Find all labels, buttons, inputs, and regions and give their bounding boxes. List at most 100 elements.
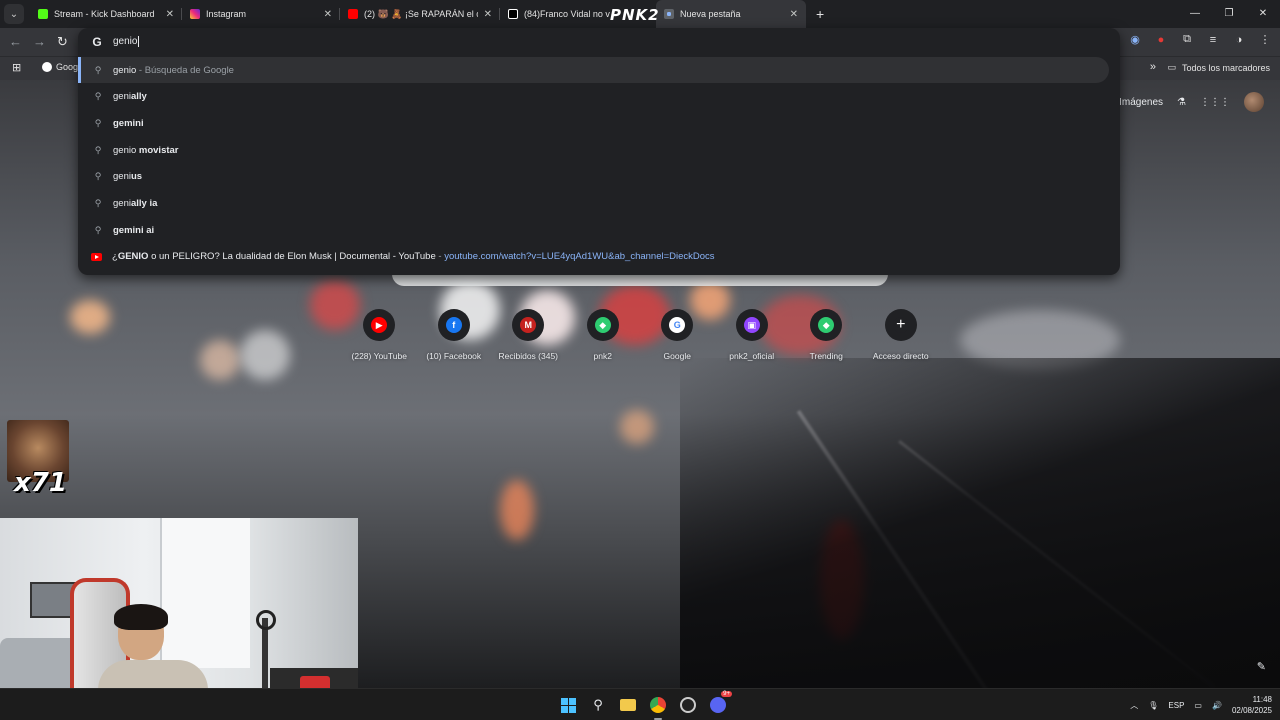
media-control-icon[interactable]: ≡ bbox=[1206, 34, 1220, 46]
shortcut-tile[interactable]: ◆ pnk2 bbox=[566, 309, 641, 361]
pen-icon[interactable]: ✎ bbox=[1257, 660, 1266, 673]
maximize-button[interactable]: ❐ bbox=[1212, 0, 1246, 28]
tab-new-tab[interactable]: Nueva pestaña ✕ bbox=[656, 0, 806, 28]
omnibox-suggestion[interactable]: ⚲ genially ia bbox=[78, 191, 1120, 217]
shortcut-label: Acceso directo bbox=[872, 351, 929, 361]
back-button[interactable]: ← bbox=[9, 34, 22, 49]
toolbar-icons: ◉ ● ⧉ ≡ ◑ ⋮ bbox=[1128, 33, 1272, 46]
account-avatar[interactable] bbox=[1244, 92, 1264, 112]
extension-red-icon[interactable]: ● bbox=[1154, 34, 1168, 46]
search-icon: ⚲ bbox=[94, 91, 102, 102]
shortcut-tile[interactable]: ◆ Trending bbox=[789, 309, 864, 361]
clock[interactable]: 11:48 02/08/2025 bbox=[1232, 694, 1272, 716]
forward-button[interactable]: → bbox=[33, 34, 46, 49]
search-icon: ⚲ bbox=[94, 64, 102, 75]
labs-icon[interactable]: ⚗ bbox=[1177, 97, 1186, 108]
file-explorer-button[interactable] bbox=[616, 693, 640, 717]
omnibox-suggestion[interactable]: ¿GENIO o un PELIGRO? La dualidad de Elon… bbox=[78, 244, 1120, 270]
suggestion-text: genius bbox=[113, 171, 143, 183]
tab-title: Instagram bbox=[206, 9, 247, 19]
taskbar-search-button[interactable]: ⚲ bbox=[586, 693, 610, 717]
instagram-icon bbox=[190, 9, 200, 19]
search-icon: ⚲ bbox=[94, 224, 102, 235]
omnibox-suggestion[interactable]: ⚲ gemini bbox=[78, 110, 1120, 136]
microphone-icon[interactable]: 🎙 bbox=[1148, 701, 1158, 710]
new-tab-button[interactable]: + bbox=[816, 6, 824, 22]
all-bookmarks-label: Todos los marcadores bbox=[1181, 62, 1270, 73]
google-icon: G bbox=[92, 35, 102, 49]
omnibox-suggestion[interactable]: ⚲ genius bbox=[78, 164, 1120, 190]
close-icon[interactable]: ✕ bbox=[324, 9, 332, 20]
tab-title: Nueva pestaña bbox=[680, 9, 741, 19]
tab-instagram[interactable]: Instagram ✕ bbox=[182, 0, 340, 28]
omnibox-suggestion[interactable]: ⚲ genially bbox=[78, 84, 1120, 110]
omnibox-suggestion[interactable]: ⚲ gemini ai bbox=[78, 217, 1120, 243]
tiktok-icon bbox=[508, 9, 518, 19]
shortcut-tile[interactable]: G Google bbox=[640, 309, 715, 361]
start-button[interactable] bbox=[556, 693, 580, 717]
shortcut-tile[interactable]: f (10) Facebook bbox=[417, 309, 492, 361]
window-controls: — ❐ ✕ bbox=[1178, 0, 1280, 28]
all-bookmarks[interactable]: ▭ Todos los marcadores bbox=[1167, 62, 1270, 73]
search-icon: ⚲ bbox=[94, 117, 102, 128]
shortcut-tile[interactable]: ▶ (228) YouTube bbox=[342, 309, 417, 361]
suggestion-text: genially bbox=[113, 91, 147, 103]
search-icon: ⚲ bbox=[94, 144, 102, 155]
profile-avatar[interactable]: ◑ bbox=[1232, 34, 1246, 46]
shortcut-label: Trending bbox=[809, 351, 843, 361]
chevron-up-icon[interactable]: ︿ bbox=[1130, 700, 1138, 711]
date: 02/08/2025 bbox=[1231, 706, 1272, 715]
shortcut-label: (228) YouTube bbox=[351, 351, 407, 361]
kick-icon: ◆ bbox=[594, 317, 611, 333]
search-icon: ⚲ bbox=[94, 198, 102, 208]
apps-grid-icon[interactable]: ⊞ bbox=[12, 61, 21, 74]
tab-kick-dashboard[interactable]: Stream - Kick Dashboard ✕ bbox=[30, 0, 182, 28]
search-icon: ⚲ bbox=[593, 697, 603, 712]
menu-icon[interactable]: ⋮ bbox=[1258, 33, 1272, 46]
shortcut-tile[interactable]: M Recibidos (345) bbox=[491, 309, 566, 361]
google-top-links: Imágenes ⚗ ⋮⋮⋮ bbox=[1119, 92, 1264, 112]
tab-youtube-video[interactable]: (2) 🐻 🧸 ¡Se RAPARÁN el cabe ✕ bbox=[340, 0, 500, 28]
emote-count: x71 bbox=[14, 468, 67, 498]
youtube-icon: ▶ bbox=[371, 317, 388, 333]
kick-icon bbox=[38, 9, 48, 19]
omnibox[interactable]: G genio bbox=[78, 28, 1120, 56]
notification-badge: 9+ bbox=[721, 691, 732, 697]
shortcut-label: Recibidos (345) bbox=[498, 351, 559, 361]
plus-icon: + bbox=[892, 316, 909, 333]
shortcut-circle: ▶ bbox=[363, 309, 396, 341]
google-apps-icon[interactable]: ⋮⋮⋮ bbox=[1200, 97, 1230, 108]
youtube-icon bbox=[348, 9, 358, 19]
reload-button[interactable]: ↻ bbox=[57, 34, 68, 50]
tab-search-button[interactable]: ⌄ bbox=[4, 4, 24, 24]
images-link[interactable]: Imágenes bbox=[1119, 97, 1163, 108]
extensions-icon[interactable]: ⧉ bbox=[1180, 33, 1194, 46]
language-indicator[interactable]: ESP bbox=[1168, 701, 1184, 710]
close-icon[interactable]: ✕ bbox=[790, 9, 798, 20]
time: 11:48 bbox=[1252, 695, 1272, 704]
minimize-button[interactable]: — bbox=[1178, 0, 1212, 28]
cast-icon[interactable]: ◉ bbox=[1128, 33, 1142, 46]
shortcut-circle: + bbox=[884, 309, 917, 341]
youtube-icon bbox=[91, 252, 102, 261]
obs-taskbar-button[interactable] bbox=[676, 693, 700, 717]
network-icon[interactable]: ▭ bbox=[1194, 701, 1202, 710]
close-window-button[interactable]: ✕ bbox=[1246, 0, 1280, 28]
close-icon[interactable]: ✕ bbox=[484, 9, 492, 20]
shortcut-tile[interactable]: ▣ pnk2_oficial bbox=[715, 309, 790, 361]
more-bookmarks-icon[interactable]: » bbox=[1150, 61, 1156, 73]
bookmark-google[interactable]: Goog bbox=[42, 62, 78, 72]
close-icon[interactable]: ✕ bbox=[166, 9, 174, 20]
omnibox-suggestion[interactable]: ⚲ genio movistar bbox=[78, 137, 1120, 163]
system-tray: ︿ 🎙 ESP ▭ 🔊 11:48 02/08/2025 bbox=[1130, 689, 1272, 720]
shortcut-tile[interactable]: + Acceso directo bbox=[864, 309, 939, 361]
discord-taskbar-button[interactable]: 9+ bbox=[706, 691, 732, 717]
folder-icon: ▭ bbox=[1167, 62, 1176, 72]
chrome-taskbar-button[interactable] bbox=[646, 693, 670, 720]
bookmark-label: Goog bbox=[56, 62, 79, 72]
obs-icon bbox=[680, 697, 696, 713]
gmail-icon: M bbox=[520, 317, 537, 333]
omnibox-input[interactable]: genio bbox=[113, 36, 140, 48]
volume-icon[interactable]: 🔊 bbox=[1212, 701, 1222, 710]
omnibox-suggestion[interactable]: ⚲ genio - Búsqueda de Google bbox=[78, 57, 1109, 83]
